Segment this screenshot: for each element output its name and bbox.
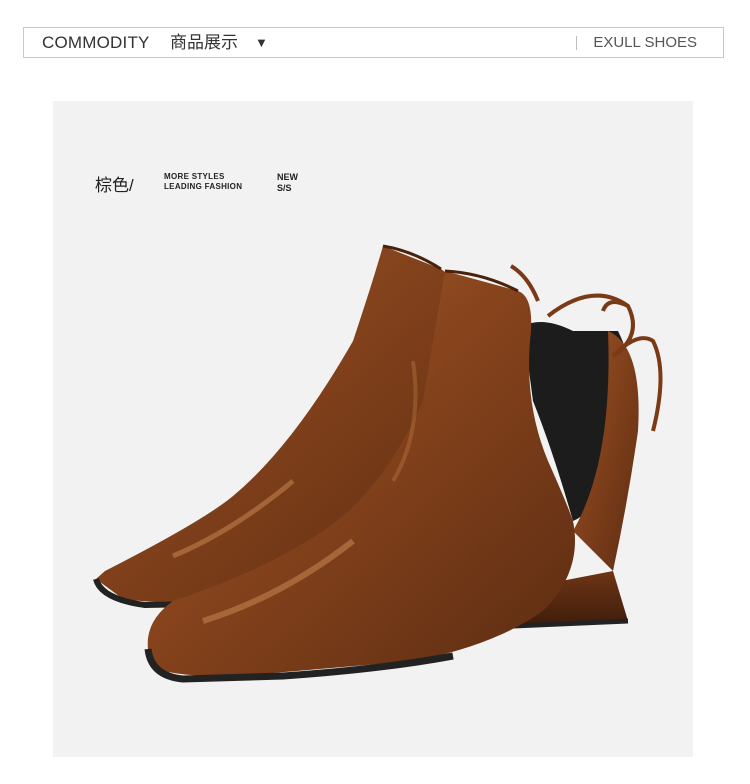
boots-product-image xyxy=(93,244,663,683)
brand-name: EXULL SHOES xyxy=(593,34,697,51)
section-title-cn: 商品展示 xyxy=(170,33,238,52)
header-divider xyxy=(576,36,577,50)
section-header: COMMODITY 商品展示 ▼ EXULL SHOES xyxy=(23,27,724,58)
section-title-en: COMMODITY xyxy=(42,33,150,52)
dropdown-arrow-icon: ▼ xyxy=(255,35,268,50)
product-image-panel: 棕色/ MORE STYLES LEADING FASHION NEW S/S xyxy=(53,101,693,757)
